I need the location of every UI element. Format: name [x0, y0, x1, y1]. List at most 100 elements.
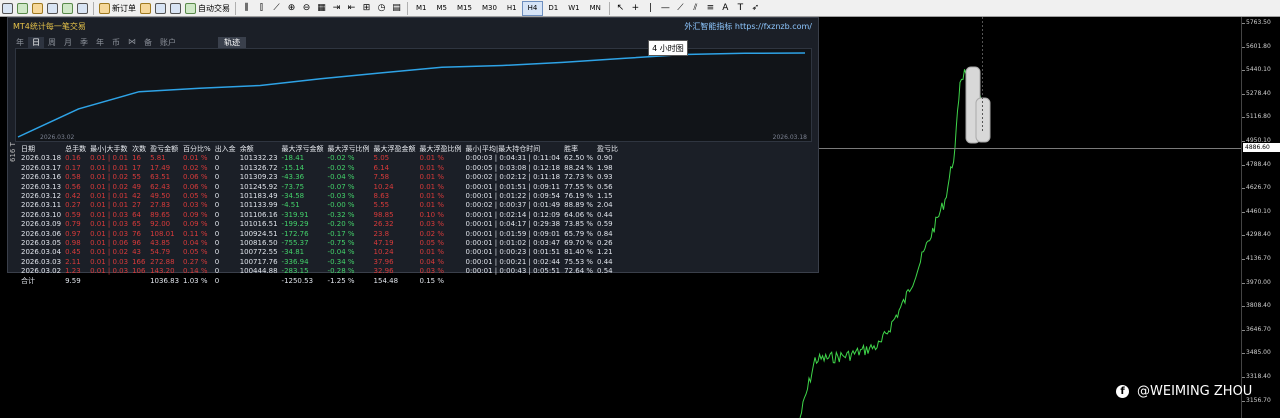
- table-cell: 106: [132, 267, 146, 276]
- table-cell: 7.58: [373, 173, 390, 182]
- table-cell: 2026.03.03: [21, 257, 62, 266]
- watermark: f @WEIMING ZHOU: [1116, 384, 1252, 399]
- period-tab-0[interactable]: 年: [12, 37, 28, 48]
- table-row: 2026.03.09 0.79 0.01 | 0.03 65 92.00 0.09 % 0 1…: [19, 220, 620, 229]
- table-cell: -319.91: [281, 210, 309, 219]
- table-cell: 49: [132, 182, 141, 191]
- table-cell: 0.27: [65, 201, 81, 210]
- table-cell: 17: [132, 163, 141, 172]
- table-cell: -73.75: [281, 182, 305, 191]
- table-row: 2026.03.04 0.45 0.01 | 0.02 43 54.79 0.05 % 0 1…: [19, 248, 620, 257]
- price-tick: [1242, 377, 1245, 378]
- table-cell: 0.01 | 0.02: [90, 182, 129, 191]
- period-tab-3[interactable]: 月: [60, 37, 76, 48]
- table-cell: 10.24: [373, 248, 394, 257]
- table-cell: 64.06 %: [564, 210, 594, 219]
- table-cell: 0:00:01 | 0:00:23 | 0:01:51: [465, 248, 561, 257]
- table-cell: 0.42: [65, 192, 81, 201]
- table-cell: 0: [214, 192, 220, 201]
- price-tick: [1242, 70, 1245, 72]
- table-cell: 101016.51: [239, 220, 278, 229]
- table-cell: 0.56: [65, 182, 81, 191]
- table-cell: 0: [214, 248, 220, 257]
- table-cell: -0.75 %: [327, 239, 355, 248]
- table-cell: -283.15: [281, 267, 309, 276]
- table-cell: 272.88: [150, 257, 175, 266]
- table-cell: 0.01 %: [419, 182, 445, 191]
- table-cell: 0.01 | 0.03: [90, 257, 129, 266]
- period-tab-2[interactable]: 周: [44, 37, 60, 48]
- table-cell: 0.01 | 0.01: [90, 201, 129, 210]
- price-tick: [1242, 329, 1245, 331]
- table-cell: 0.01 | 0.01: [90, 154, 129, 163]
- table-cell: 76.19 %: [564, 192, 594, 201]
- table-cell: -0.00 %: [327, 201, 355, 210]
- table-cell: 65.79 %: [564, 229, 594, 238]
- table-cell: 0.01 %: [419, 248, 445, 257]
- table-cell: 54.79: [150, 248, 171, 257]
- period-tab-5[interactable]: 年: [92, 37, 108, 48]
- table-cell: 2026.03.13: [21, 182, 62, 191]
- total-cell: 0: [214, 276, 220, 285]
- price-tick: [1242, 235, 1245, 237]
- track-tab[interactable]: 轨迹: [218, 37, 246, 48]
- table-cell: 0.05 %: [183, 192, 208, 201]
- table-cell: 0.59: [65, 210, 81, 219]
- table-cell: -0.17 %: [327, 229, 355, 238]
- table-cell: -34.58: [281, 192, 305, 201]
- table-cell: 63.51: [150, 173, 171, 182]
- table-cell: 0: [214, 154, 220, 163]
- side-label: 616 T: [9, 142, 17, 162]
- price-tick: [1242, 117, 1245, 119]
- period-tab-4[interactable]: 季: [76, 37, 92, 48]
- total-cell: [464, 277, 563, 286]
- table-cell: 0.01 | 0.03: [90, 210, 129, 219]
- period-tab-6[interactable]: 币: [108, 37, 124, 48]
- table-cell: 0: [214, 239, 220, 248]
- period-tab-9[interactable]: 账户: [156, 37, 180, 48]
- table-cell: 10.24: [373, 182, 394, 191]
- table-cell: 0.01 | 0.01: [90, 163, 129, 172]
- price-label: 4626.70: [1246, 184, 1271, 192]
- table-cell: 0.06 %: [183, 182, 208, 191]
- period-tabs: 年日周月季年币 ⋈ 备账户 轨迹: [12, 37, 246, 48]
- period-tab-8[interactable]: 备: [140, 37, 156, 48]
- table-cell: 8.63: [373, 192, 390, 201]
- table-row: 2026.03.16 0.58 0.01 | 0.02 55 63.51 0.06 % 0 1…: [19, 173, 620, 182]
- table-cell: 0:00:01 | 0:04:17 | 0:29:38: [465, 220, 561, 229]
- table-cell: 2026.03.12: [21, 192, 62, 201]
- table-cell: 64: [132, 210, 141, 219]
- table-cell: 0:00:02 | 0:00:37 | 0:01:49: [465, 201, 561, 210]
- table-cell: 0.97: [65, 229, 81, 238]
- table-cell: 0.09 %: [183, 220, 208, 229]
- period-tab-1[interactable]: 日: [28, 37, 44, 48]
- table-cell: 5.55: [373, 201, 390, 210]
- table-cell: 0.03 %: [183, 201, 208, 210]
- table-cell: 0.01 | 0.02: [90, 173, 129, 182]
- site-link[interactable]: 外汇智能指标 https://fxznzb.com/: [684, 21, 812, 32]
- table-header: 日期 总手数 最小|大手数 次数 盈亏金额 百分比% 出入金 余额 最大浮亏金额 最大浮亏比例 最大…: [19, 145, 620, 154]
- chart-start-date: 2026.03.02: [40, 134, 75, 141]
- table-cell: 2026.03.10: [21, 210, 62, 219]
- price-tick: [1242, 282, 1245, 284]
- table-cell: 96: [132, 239, 141, 248]
- price-tick: [1242, 306, 1245, 308]
- table-cell: 0.02 %: [183, 163, 208, 172]
- table-cell: 0:00:05 | 0:03:08 | 0:12:18: [465, 163, 561, 172]
- table-cell: 23.8: [373, 229, 390, 238]
- column-header: 盈亏金额: [150, 145, 179, 153]
- period-separator: [982, 17, 983, 133]
- column-header: 最大浮盈金额: [373, 145, 416, 153]
- period-tab-7[interactable]: ⋈: [124, 37, 140, 48]
- table-cell: 2026.03.11: [21, 201, 62, 210]
- column-header: 出入金: [214, 145, 236, 153]
- table-cell: 0: [214, 173, 220, 182]
- price-tick: [1242, 164, 1245, 166]
- total-cell: 1.03 %: [183, 276, 208, 285]
- price-label: 3485.00: [1246, 349, 1271, 357]
- table-cell: 2026.03.09: [21, 220, 62, 229]
- table-cell: -0.20 %: [327, 220, 355, 229]
- table-cell: -199.29: [281, 220, 309, 229]
- total-cell: -1.25 %: [327, 276, 355, 285]
- table-cell: 0:00:01 | 0:01:51 | 0:09:11: [465, 182, 561, 191]
